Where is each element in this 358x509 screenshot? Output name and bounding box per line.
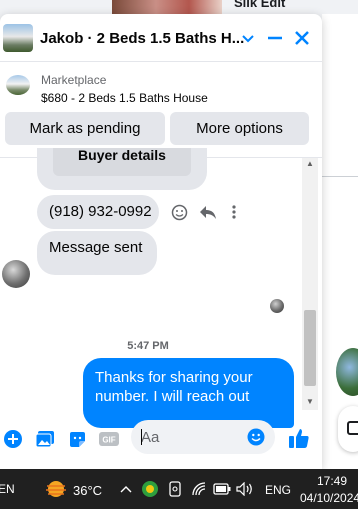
close-icon[interactable] [291, 27, 313, 49]
sticker-icon[interactable] [67, 429, 87, 449]
emoji-icon[interactable] [247, 428, 265, 451]
thumbs-up-icon[interactable] [287, 426, 311, 450]
react-icon[interactable] [171, 203, 188, 221]
weather-icon[interactable] [44, 477, 68, 501]
scroll-thumb[interactable] [304, 310, 316, 386]
listing-title[interactable]: $680 - 2 Beds 1.5 Baths House [41, 91, 208, 105]
message-timestamp: 5:47 PM [127, 340, 169, 352]
gif-icon[interactable]: GIF [99, 429, 119, 449]
message-input[interactable] [141, 427, 241, 447]
svg-text:GIF: GIF [102, 436, 115, 445]
reply-icon[interactable] [199, 203, 217, 221]
background-divider [322, 176, 358, 177]
message-list: Buyer details (918) 932-0992 Message sen… [0, 148, 322, 428]
message-input-wrapper [131, 420, 275, 454]
chevron-down-icon[interactable] [237, 27, 259, 49]
language-indicator[interactable]: ENG [265, 483, 291, 497]
more-actions-icon[interactable] [231, 203, 237, 221]
phone-link-icon[interactable] [166, 480, 184, 498]
battery-icon[interactable] [213, 480, 231, 498]
clock-date[interactable]: 04/10/2024 [300, 491, 358, 505]
scroll-down-icon[interactable]: ▼ [306, 398, 314, 406]
chat-header: Jakob · 2 Beds 1.5 Baths H... [0, 14, 322, 62]
wifi-icon[interactable] [191, 480, 209, 498]
security-app-icon[interactable] [141, 480, 159, 498]
seen-avatar [270, 299, 284, 313]
temperature[interactable]: 36°C [73, 483, 102, 498]
marketplace-panel: Marketplace $680 - 2 Beds 1.5 Baths Hous… [0, 63, 322, 157]
photo-icon[interactable] [35, 429, 55, 449]
chevron-up-icon[interactable] [119, 482, 133, 496]
marketplace-label: Marketplace [41, 73, 107, 87]
buyer-details-button[interactable]: Buyer details [53, 148, 191, 176]
buyer-details-card: Buyer details [37, 148, 207, 190]
plus-icon[interactable] [3, 429, 23, 449]
chat-title[interactable]: Jakob · 2 Beds 1.5 Baths H... [40, 30, 244, 47]
text-caret [141, 429, 142, 445]
more-options-button[interactable]: More options [170, 112, 309, 145]
chat-window: Jakob · 2 Beds 1.5 Baths H... Marketplac… [0, 14, 322, 469]
background-photo [112, 0, 222, 14]
listing-thumbnail[interactable] [6, 75, 30, 95]
background-text: Silk Edit [234, 0, 286, 10]
background-page [322, 14, 358, 469]
composer: GIF [0, 409, 322, 469]
message-sent-notice: Message sent [37, 231, 157, 275]
message-scrollbar[interactable]: ▲ ▼ [302, 158, 318, 410]
taskbar: EN 36°C ENG 17:49 04/10/2024 [0, 469, 358, 509]
contact-avatar[interactable] [2, 260, 30, 288]
clock-time[interactable]: 17:49 [317, 474, 347, 488]
scroll-up-icon[interactable]: ▲ [306, 160, 314, 168]
listing-avatar[interactable] [3, 24, 33, 52]
phone-message[interactable]: (918) 932-0992 [37, 195, 159, 229]
minimize-icon[interactable] [264, 27, 286, 49]
volume-icon[interactable] [236, 480, 254, 498]
mark-as-pending-button[interactable]: Mark as pending [5, 112, 165, 145]
taskbar-left-fragment: EN [0, 482, 15, 496]
compose-icon [347, 421, 358, 435]
